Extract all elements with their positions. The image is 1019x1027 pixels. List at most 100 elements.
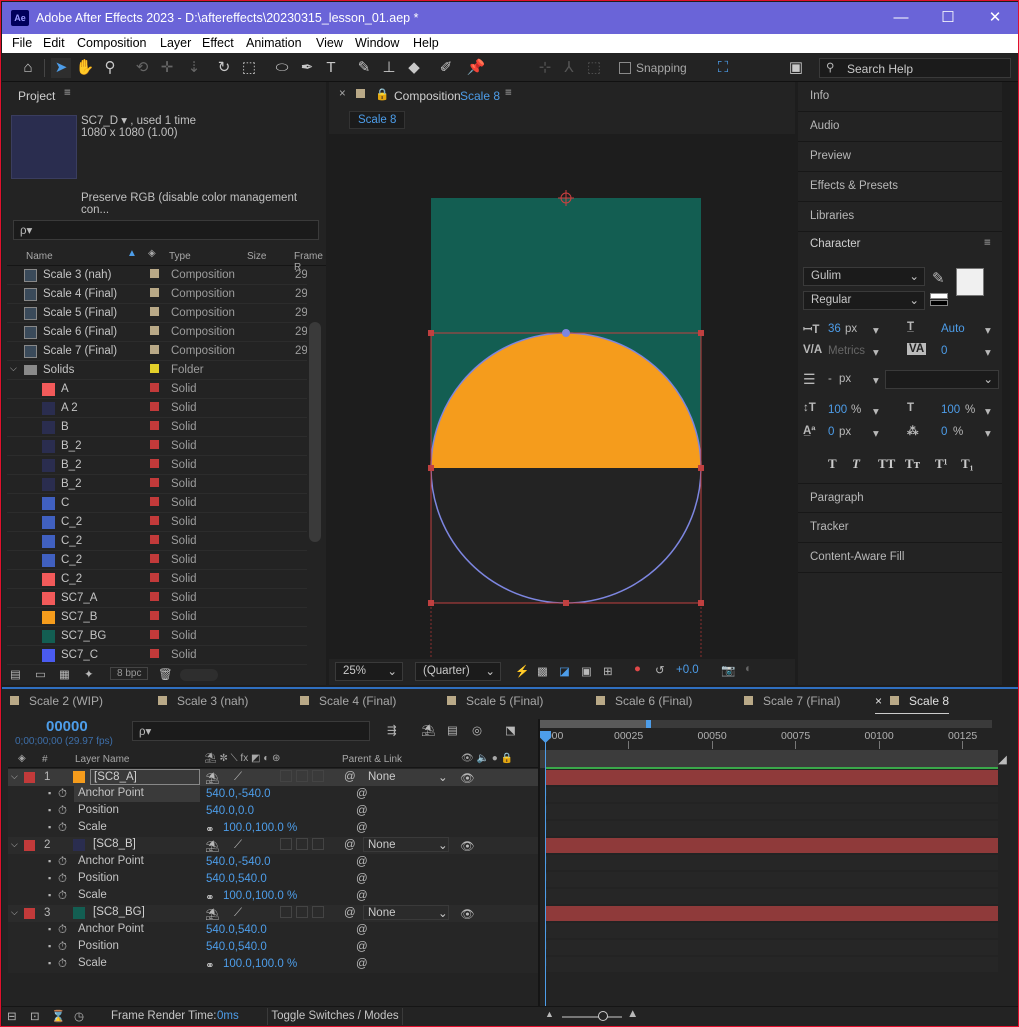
- exposure-value[interactable]: +0.0: [676, 664, 699, 676]
- vertical-scale-value[interactable]: 100: [828, 404, 847, 416]
- orbit-camera-icon[interactable]: ⟲: [132, 58, 152, 78]
- timeline-tab-scale-6[interactable]: Scale 6 (Final): [596, 694, 692, 714]
- label-swatch[interactable]: [150, 649, 159, 658]
- col-name[interactable]: Name: [26, 251, 53, 262]
- folder-expand-icon[interactable]: ⌵: [10, 363, 17, 374]
- layer-name[interactable]: [SC8_B]: [90, 837, 200, 853]
- pickwhip-icon[interactable]: @: [344, 771, 356, 783]
- label-swatch[interactable]: [150, 535, 159, 544]
- expression-pickwhip-icon[interactable]: @: [356, 873, 368, 885]
- horizontal-scale-value[interactable]: 100: [941, 404, 960, 416]
- visibility-eye-icon[interactable]: 👁: [460, 839, 475, 853]
- layer-row[interactable]: ⌵ 1 [SC8_A] ⛱ ⟋ @ None ⌄ 👁: [8, 769, 538, 786]
- axis-view-icon[interactable]: ⬚: [584, 58, 604, 78]
- font-size-value[interactable]: 36: [828, 323, 841, 335]
- dolly-camera-icon[interactable]: ⇣: [184, 58, 204, 78]
- label-swatch[interactable]: [150, 554, 159, 563]
- project-item[interactable]: B Solid: [7, 418, 307, 437]
- axis-world-icon[interactable]: ⅄: [559, 58, 579, 78]
- axis-local-icon[interactable]: ⊹: [535, 58, 555, 78]
- shy-switch-icon[interactable]: ⛱: [205, 907, 220, 921]
- label-swatch[interactable]: [150, 402, 159, 411]
- menu-animation[interactable]: Animation: [246, 36, 302, 50]
- stroke-width-value[interactable]: -: [828, 373, 832, 385]
- menu-window[interactable]: Window: [355, 36, 399, 50]
- stopwatch-icon[interactable]: ⏱: [58, 890, 67, 903]
- property-row[interactable]: ▪ ⏱ Anchor Point 540.0,540.0 @: [8, 922, 538, 939]
- property-row[interactable]: ▪ ⏱ Position 540.0,540.0 @: [8, 871, 538, 888]
- pen-tool-icon[interactable]: ✒: [297, 58, 317, 78]
- zoom-in-icon[interactable]: ▲: [627, 1008, 638, 1020]
- project-zoom-slider[interactable]: [180, 669, 218, 681]
- stopwatch-icon[interactable]: ⏱: [58, 958, 67, 971]
- pan-camera-icon[interactable]: ✛: [157, 58, 177, 78]
- project-item[interactable]: SC7_BG Solid: [7, 627, 307, 646]
- property-row[interactable]: ▪ ⏱ Scale ⚭ 100.0,100.0 % @: [8, 820, 538, 837]
- mask-visibility-icon[interactable]: ◪: [559, 664, 570, 678]
- label-swatch[interactable]: [150, 440, 159, 449]
- superscript-button[interactable]: T¹: [935, 456, 948, 472]
- end-marker-icon[interactable]: ◢: [998, 752, 1012, 772]
- eraser-tool-icon[interactable]: ◆: [404, 58, 424, 78]
- snap-edges-icon[interactable]: ⛶: [713, 58, 733, 78]
- reset-exposure-icon[interactable]: ↺: [655, 663, 665, 677]
- label-swatch[interactable]: [150, 421, 159, 430]
- property-value[interactable]: 540.0,-540.0: [206, 788, 271, 800]
- font-style-dropdown[interactable]: Regular ⌄: [803, 291, 925, 310]
- label-swatch[interactable]: [150, 516, 159, 525]
- pan-behind-icon[interactable]: ⬚: [239, 58, 259, 78]
- tsume-value[interactable]: 0: [941, 426, 947, 438]
- roto-brush-icon[interactable]: ✐: [436, 58, 456, 78]
- small-caps-button[interactable]: Tт: [905, 456, 920, 472]
- adjust-icon[interactable]: ✦: [84, 667, 94, 681]
- layer-name[interactable]: [SC8_A]: [90, 769, 200, 785]
- new-folder-icon[interactable]: ▭: [35, 667, 46, 681]
- project-item[interactable]: C_2 Solid: [7, 570, 307, 589]
- comp-tab-scale-8[interactable]: Scale 8: [349, 111, 406, 129]
- twirl-down-icon[interactable]: ⌵: [11, 907, 18, 918]
- timeline-tab-scale-4[interactable]: Scale 4 (Final): [300, 694, 396, 714]
- stopwatch-icon[interactable]: ⏱: [58, 822, 67, 835]
- menu-edit[interactable]: Edit: [43, 36, 65, 50]
- project-item[interactable]: C_2 Solid: [7, 551, 307, 570]
- layer-duration-bar[interactable]: [546, 770, 998, 785]
- label-swatch[interactable]: [150, 364, 159, 373]
- layer-row[interactable]: ⌵ 3 [SC8_BG] ⛱ ⟋ @ None ⌄ 👁: [8, 905, 538, 922]
- menu-composition[interactable]: Composition: [77, 36, 146, 50]
- show-snapshot-icon[interactable]: ◐: [745, 663, 752, 675]
- pickwhip-icon[interactable]: @: [344, 907, 356, 919]
- stopwatch-icon[interactable]: ⏱: [58, 856, 67, 869]
- property-value[interactable]: 100.0,100.0 %: [223, 890, 297, 902]
- visibility-eye-icon[interactable]: 👁: [460, 771, 475, 785]
- maximize-button[interactable]: ☐: [925, 4, 971, 32]
- content-aware-fill-panel[interactable]: Content-Aware Fill: [798, 543, 1002, 573]
- property-value[interactable]: 540.0,540.0: [206, 873, 267, 885]
- subscript-button[interactable]: T₁: [961, 456, 974, 472]
- puppet-pin-icon[interactable]: 📌: [466, 58, 486, 78]
- black-swatch[interactable]: [930, 300, 948, 306]
- property-value[interactable]: 100.0,100.0 %: [223, 822, 297, 834]
- property-value[interactable]: 540.0,0.0: [206, 805, 254, 817]
- faux-italic-button[interactable]: T: [852, 456, 860, 472]
- delete-icon[interactable]: 🗑: [158, 667, 173, 681]
- pickwhip-icon[interactable]: @: [344, 839, 356, 851]
- stroke-style-dropdown[interactable]: ⌄: [885, 370, 999, 389]
- expand-transfer-icon[interactable]: ⊡: [30, 1009, 40, 1023]
- bpc-button[interactable]: 8 bpc: [110, 667, 149, 680]
- graph-editor-icon[interactable]: ⬔: [505, 723, 516, 737]
- type-tool-icon[interactable]: T: [321, 58, 341, 78]
- color-channels-icon[interactable]: ●: [634, 663, 641, 675]
- menu-effect[interactable]: Effect: [202, 36, 234, 50]
- project-item[interactable]: B_2 Solid: [7, 456, 307, 475]
- preview-panel[interactable]: Preview: [798, 142, 1002, 172]
- close-tab-icon[interactable]: ×: [339, 88, 346, 100]
- close-button[interactable]: ✕: [972, 4, 1018, 32]
- eyedropper-icon[interactable]: ✎: [932, 269, 945, 287]
- timeline-zoom-thumb[interactable]: [598, 1011, 608, 1021]
- layer-label-swatch[interactable]: [24, 840, 35, 851]
- expression-pickwhip-icon[interactable]: @: [356, 941, 368, 953]
- faux-bold-button[interactable]: T: [828, 456, 837, 472]
- workspace-icon[interactable]: ▣: [786, 58, 806, 78]
- twirl-down-icon[interactable]: ⌵: [11, 839, 18, 850]
- expression-pickwhip-icon[interactable]: @: [356, 805, 368, 817]
